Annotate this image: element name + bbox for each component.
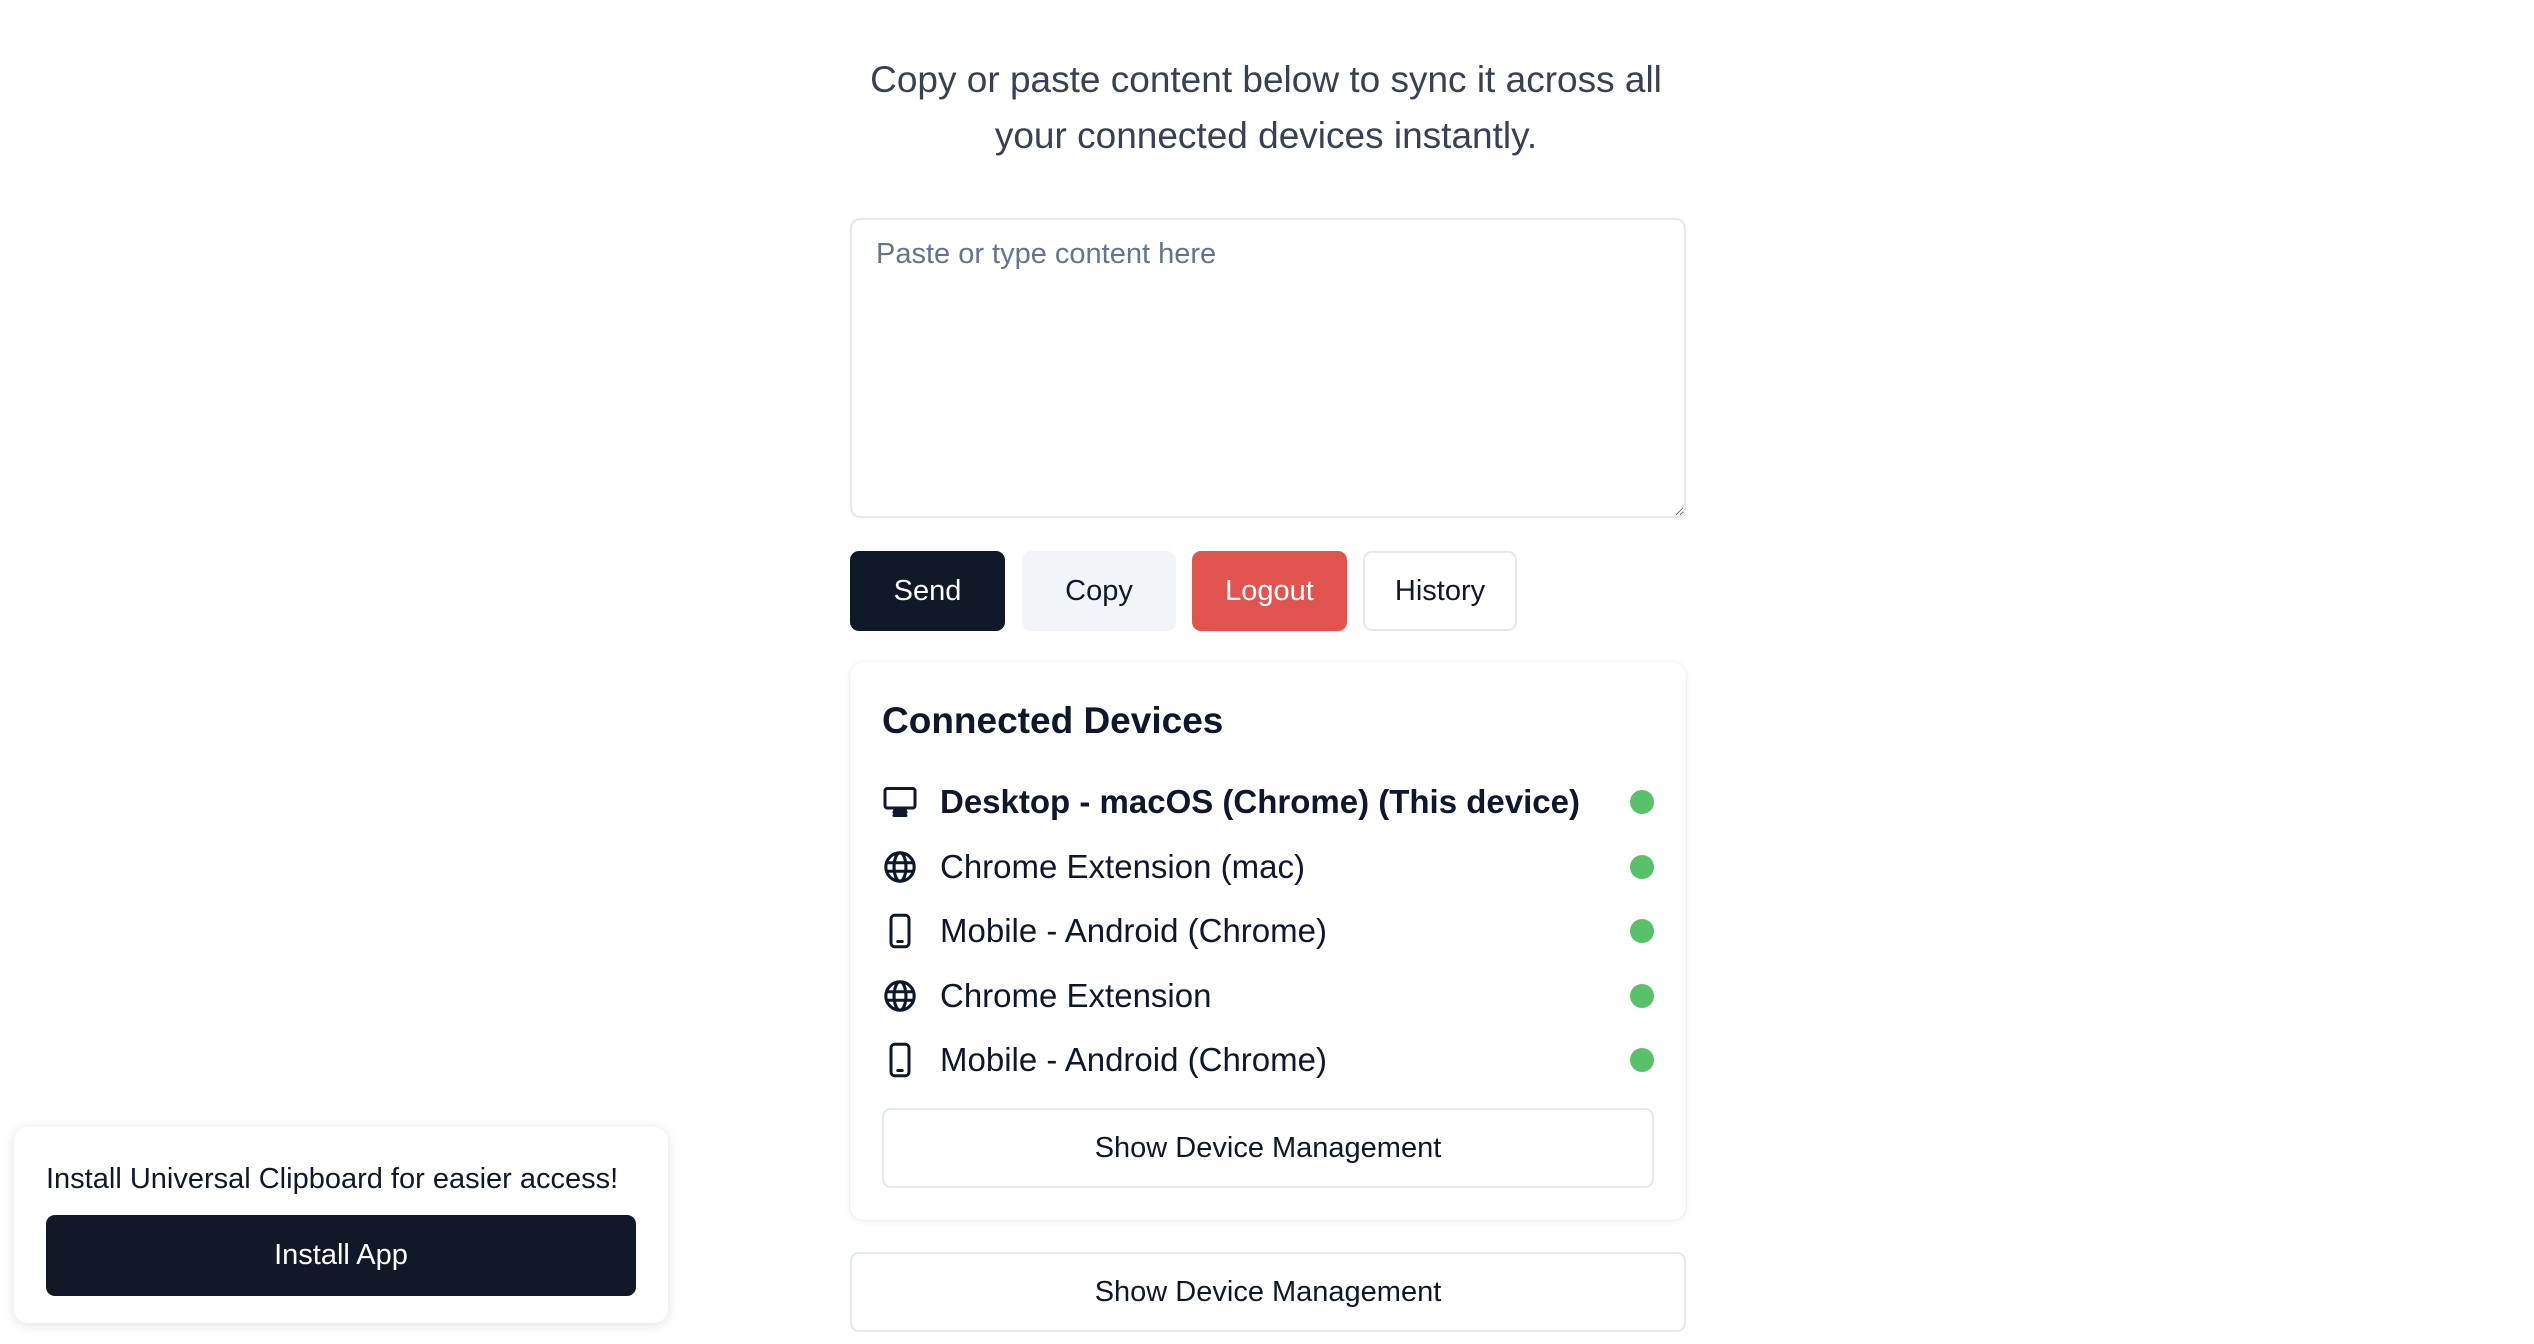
install-app-prompt: Install Universal Clipboard for easier a…: [14, 1127, 668, 1323]
clipboard-content-input[interactable]: [850, 218, 1686, 518]
online-status-indicator: [1630, 983, 1654, 1008]
install-app-button[interactable]: Install App: [46, 1215, 636, 1296]
history-button[interactable]: History: [1363, 551, 1517, 631]
logout-button[interactable]: Logout: [1192, 551, 1347, 631]
online-status-indicator: [1630, 854, 1654, 879]
intro-line-2: your connected devices instantly.: [994, 115, 1538, 156]
device-label: Chrome Extension: [940, 976, 1212, 1014]
install-prompt-message: Install Universal Clipboard for easier a…: [46, 1163, 619, 1195]
globe-icon: [882, 978, 918, 1014]
online-status-indicator: [1630, 1048, 1654, 1073]
send-button[interactable]: Send: [850, 551, 1005, 631]
connected-devices-card: Connected Devices Desktop - macOS (Chrom…: [850, 662, 1686, 1220]
globe-icon: [882, 849, 918, 885]
device-label: Mobile - Android (Chrome): [940, 1041, 1327, 1079]
connected-devices-title: Connected Devices: [882, 700, 1224, 741]
intro-text: Copy or paste content below to sync it a…: [846, 52, 1686, 164]
device-item: Desktop - macOS (Chrome) (This device): [882, 770, 1654, 835]
device-item: Chrome Extension: [882, 964, 1654, 1029]
device-label: Mobile - Android (Chrome): [940, 912, 1327, 950]
device-label: Desktop - macOS (Chrome) (This device): [940, 783, 1580, 821]
intro-line-1: Copy or paste content below to sync it a…: [870, 59, 1662, 100]
online-status-indicator: [1630, 790, 1654, 815]
show-device-management-button-secondary[interactable]: Show Device Management: [850, 1252, 1686, 1332]
device-item: Mobile - Android (Chrome): [882, 899, 1654, 964]
mobile-phone-icon: [882, 913, 918, 949]
show-device-management-button[interactable]: Show Device Management: [882, 1108, 1654, 1188]
device-item: Mobile - Android (Chrome): [882, 1028, 1654, 1093]
device-label: Chrome Extension (mac): [940, 847, 1305, 885]
page: Copy or paste content below to sync it a…: [0, 0, 2534, 1344]
device-item: Chrome Extension (mac): [882, 835, 1654, 900]
desktop-icon: [882, 784, 918, 820]
mobile-phone-icon: [882, 1042, 918, 1078]
online-status-indicator: [1630, 919, 1654, 944]
copy-button[interactable]: Copy: [1022, 551, 1176, 631]
device-list: Desktop - macOS (Chrome) (This device) C…: [882, 770, 1654, 1093]
